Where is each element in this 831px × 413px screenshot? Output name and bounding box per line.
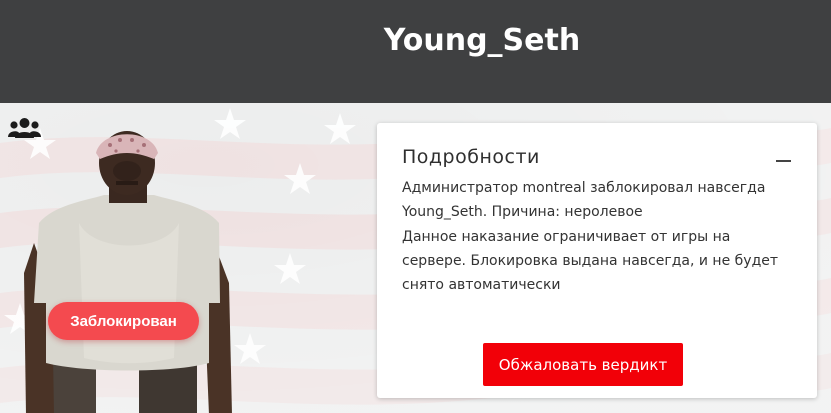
header-bar: Young_Seth — [0, 0, 831, 103]
ban-info-text: Администратор montreal заблокировал навс… — [402, 180, 766, 220]
ban-description-text: Данное наказание ограничивает от игры на… — [402, 229, 779, 293]
details-title: Подробности — [402, 146, 540, 168]
profile-content: Заблокирован Подробности Администратор m… — [0, 103, 831, 413]
minus-icon[interactable] — [776, 160, 791, 162]
appeal-button[interactable]: Обжаловать вердикт — [483, 343, 683, 386]
page-title: Young_Seth — [383, 23, 581, 58]
player-skin-avatar — [24, 131, 232, 413]
status-badge: Заблокирован — [48, 302, 199, 340]
details-card: Подробности Администратор montreal забло… — [377, 123, 817, 398]
